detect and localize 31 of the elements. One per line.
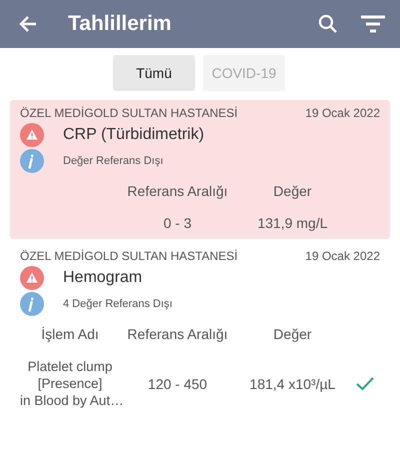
- search-button[interactable]: [318, 14, 338, 34]
- search-icon: [318, 14, 338, 34]
- column-header: Değer: [272, 182, 313, 201]
- hospital-name: ÖZEL MEDİGOLD SULTAN HASTANESİ: [20, 106, 238, 120]
- hospital-name: ÖZEL MEDİGOLD SULTAN HASTANESİ: [20, 249, 238, 263]
- filter-button[interactable]: [360, 14, 386, 34]
- test-name: CRP (Türbidimetrik): [63, 126, 204, 144]
- reference-range: 0 - 3: [162, 214, 192, 231]
- info-icon: [20, 292, 44, 316]
- filter-tab[interactable]: Tümü: [113, 55, 195, 91]
- result-date: 19 Ocak 2022: [305, 106, 380, 120]
- filter-icon: [360, 14, 386, 34]
- back-button[interactable]: [18, 14, 38, 34]
- test-item-name: Platelet clump [Presence] in Blood by Aut…: [20, 358, 120, 409]
- column-header: İşlem Adı: [40, 325, 100, 344]
- column-header: Referans Aralığı: [126, 182, 229, 201]
- result-value: 181,4 x10³/µL: [248, 374, 336, 392]
- out-of-range-note: Değer Referans Dışı: [63, 155, 164, 167]
- result-card[interactable]: ÖZEL MEDİGOLD SULTAN HASTANESİ 19 Ocak 2022 CRP (Türbidimetrik) Değer Referans Dışı Referans Aralığı Değer 0 - 3 131,9 mg/L: [10, 100, 390, 239]
- reference-range: 120 - 450: [146, 374, 208, 392]
- out-of-range-note: 4 Değer Referans Dışı: [63, 298, 172, 310]
- test-name: Hemogram: [63, 269, 142, 287]
- screen-title: Tahlillerim: [68, 12, 172, 36]
- result-value: 131,9 mg/L: [256, 214, 329, 231]
- column-header: Değer: [272, 325, 313, 344]
- result-date: 19 Ocak 2022: [305, 249, 380, 263]
- back-icon: [18, 14, 38, 34]
- info-icon: [20, 149, 44, 173]
- warning-icon: [20, 123, 44, 147]
- warning-icon: [20, 266, 44, 290]
- column-header: Referans Aralığı: [126, 325, 229, 344]
